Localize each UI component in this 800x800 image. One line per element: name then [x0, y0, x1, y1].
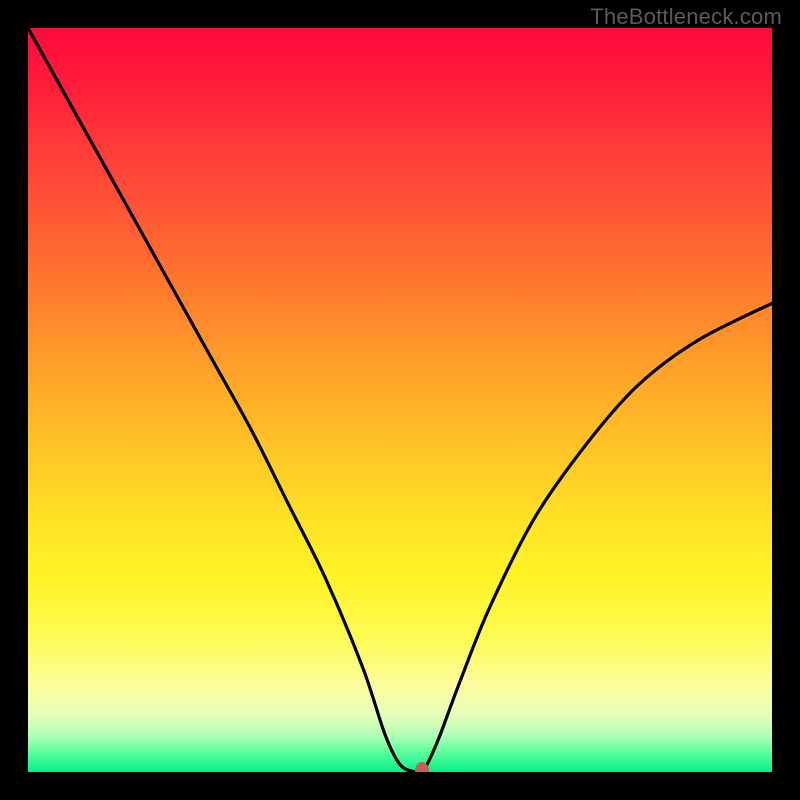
- bottleneck-curve: [28, 28, 772, 772]
- optimum-marker: [415, 762, 429, 772]
- watermark-text: TheBottleneck.com: [590, 4, 782, 30]
- chart-frame: TheBottleneck.com: [0, 0, 800, 800]
- plot-area: [28, 28, 772, 772]
